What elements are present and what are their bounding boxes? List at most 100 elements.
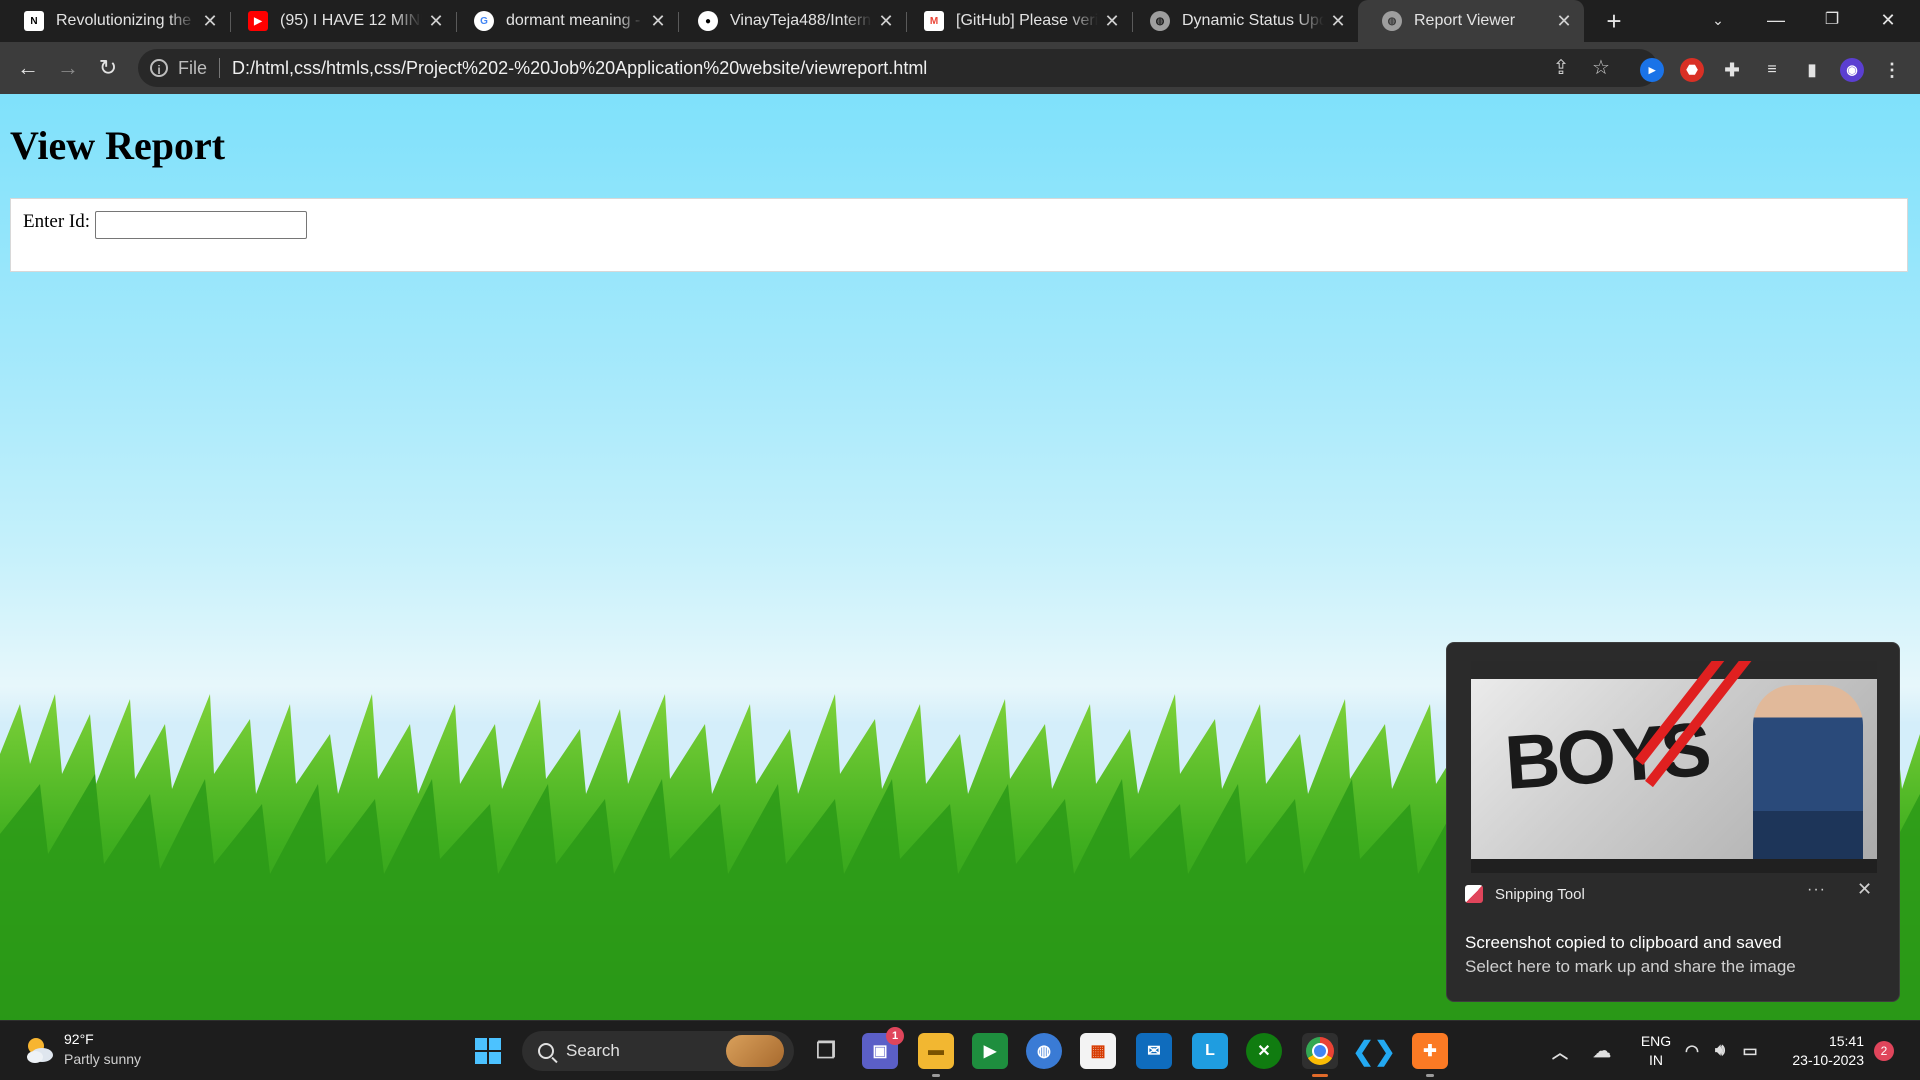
- extension-shield-icon[interactable]: ⬣: [1680, 58, 1704, 82]
- browser-toolbar: ← → ↻ i File D:/html,css/htmls,css/Proje…: [0, 42, 1920, 94]
- id-label: Enter Id:: [23, 211, 91, 232]
- snipping-tool-notification[interactable]: BOYS Snipping Tool ··· ✕ Screenshot copi…: [1446, 642, 1900, 1002]
- vscode-icon[interactable]: ❮❯: [1352, 1033, 1396, 1069]
- reading-list-icon[interactable]: ≡: [1760, 58, 1784, 82]
- chrome-icon[interactable]: [1302, 1033, 1338, 1077]
- screenshot-thumbnail[interactable]: BOYS: [1471, 661, 1877, 873]
- bookmark-star-icon[interactable]: ☆: [1590, 57, 1612, 79]
- id-input[interactable]: [95, 211, 307, 239]
- start-windows-icon[interactable]: [470, 1033, 506, 1069]
- page-title: View Report: [10, 123, 226, 168]
- thumbnail-browser-bar: [1471, 661, 1877, 679]
- github-icon: ●: [698, 11, 718, 31]
- minimize-icon[interactable]: —: [1748, 0, 1804, 42]
- taskbar-search[interactable]: Search: [522, 1031, 794, 1071]
- notification-badge[interactable]: 2: [1874, 1041, 1894, 1061]
- close-icon[interactable]: ✕: [1324, 11, 1352, 32]
- xbox-icon[interactable]: ✕: [1246, 1033, 1282, 1069]
- volume-icon[interactable]: 🔊︎: [1708, 1033, 1732, 1069]
- new-tab-icon[interactable]: +: [1598, 6, 1630, 38]
- tab-search-icon[interactable]: ⌄: [1690, 0, 1746, 42]
- close-icon[interactable]: ✕: [196, 11, 224, 32]
- thumbnail-title-text: BOYS: [1502, 707, 1712, 806]
- address-bar[interactable]: i File D:/html,css/htmls,css/Project%202…: [138, 49, 1658, 87]
- forward-icon[interactable]: →: [52, 52, 84, 84]
- search-label: Search: [566, 1041, 620, 1060]
- thumbnail-figure: [1753, 685, 1863, 865]
- tab-github[interactable]: ● VinayTeja488/Internet ✕: [674, 0, 906, 42]
- windows-taskbar: 92°F Partly sunny Search ❐ ▣ 1 ▬ ▶ ◍ ▦ ✉…: [0, 1020, 1920, 1080]
- tab-youtube[interactable]: ▶ (95) I HAVE 12 MINUTES ✕: [224, 0, 456, 42]
- tab-title: Revolutionizing the Job: [56, 12, 196, 29]
- show-hidden-icons-chevron[interactable]: ︿: [1542, 1033, 1578, 1069]
- thumbnail-taskbar: [1471, 859, 1877, 873]
- restore-icon[interactable]: ❐: [1804, 0, 1860, 42]
- youtube-icon: ▶: [248, 11, 268, 31]
- xampp-icon[interactable]: ✚: [1412, 1033, 1448, 1077]
- share-icon[interactable]: ⇪: [1550, 57, 1572, 79]
- back-icon[interactable]: ←: [12, 52, 44, 84]
- clock-time: 15:41: [1828, 1033, 1864, 1049]
- globe-app-icon[interactable]: ◍: [1026, 1033, 1062, 1069]
- tab-gmail[interactable]: M [GitHub] Please verify ✕: [900, 0, 1132, 42]
- globe-icon: ◍: [1150, 11, 1170, 31]
- mail-icon[interactable]: ✉: [1136, 1033, 1172, 1069]
- url-text[interactable]: D:/html,css/htmls,css/Project%202-%20Job…: [232, 58, 927, 79]
- input-language[interactable]: ENG IN: [1636, 1032, 1676, 1070]
- language-region: IN: [1649, 1052, 1663, 1068]
- reload-icon[interactable]: ↻: [92, 52, 124, 84]
- battery-icon[interactable]: ▭: [1738, 1033, 1762, 1069]
- tab-google[interactable]: G dormant meaning - Google ✕: [450, 0, 678, 42]
- weather-temperature[interactable]: 92°F: [64, 1031, 94, 1047]
- search-highlight-image: [726, 1035, 784, 1067]
- side-panel-icon[interactable]: ▮: [1800, 58, 1824, 82]
- snipping-tool-icon: [1465, 885, 1483, 903]
- more-options-icon[interactable]: ···: [1807, 881, 1826, 899]
- extension-video-icon[interactable]: ▸: [1640, 58, 1664, 82]
- profile-avatar[interactable]: ◉: [1840, 58, 1864, 82]
- file-explorer-icon[interactable]: ▬: [918, 1033, 954, 1077]
- clock-date: 23-10-2023: [1792, 1052, 1864, 1068]
- tab-title: Dynamic Status Update: [1182, 12, 1324, 29]
- microsoft-store-icon[interactable]: ▦: [1080, 1033, 1116, 1069]
- close-icon[interactable]: ✕: [872, 11, 900, 32]
- toast-app-header: Snipping Tool: [1465, 885, 1585, 903]
- teams-chat-icon[interactable]: ▣ 1: [862, 1027, 904, 1069]
- partly-sunny-icon[interactable]: [22, 1033, 56, 1067]
- tab-news[interactable]: N Revolutionizing the Job ✕: [0, 0, 230, 42]
- info-icon[interactable]: i: [150, 59, 168, 77]
- tab-report-viewer[interactable]: ◍ Report Viewer ✕: [1358, 0, 1584, 42]
- system-clock[interactable]: 15:41 23-10-2023: [1784, 1032, 1864, 1070]
- wifi-icon[interactable]: ◠: [1680, 1033, 1704, 1069]
- language-code: ENG: [1640, 1033, 1672, 1049]
- tab-strip: N Revolutionizing the Job ✕ ▶ (95) I HAV…: [0, 0, 1920, 42]
- close-icon[interactable]: ✕: [422, 11, 450, 32]
- weather-condition[interactable]: Partly sunny: [64, 1051, 141, 1067]
- menu-kebab-icon[interactable]: ⋮: [1880, 58, 1904, 82]
- globe-icon: ◍: [1382, 11, 1402, 31]
- extensions-puzzle-icon[interactable]: ✚: [1720, 58, 1744, 82]
- google-meet-icon[interactable]: ▶: [972, 1033, 1008, 1069]
- search-icon: [538, 1043, 554, 1059]
- gmail-icon: M: [924, 11, 944, 31]
- tab-dynamic-status[interactable]: ◍ Dynamic Status Update ✕: [1126, 0, 1358, 42]
- tab-title: dormant meaning - Google: [506, 12, 644, 29]
- teams-badge: 1: [886, 1027, 904, 1045]
- task-view-icon[interactable]: ❐: [808, 1033, 844, 1069]
- toast-app-name: Snipping Tool: [1495, 885, 1585, 903]
- close-icon[interactable]: ✕: [1098, 11, 1126, 32]
- onedrive-cloud-icon[interactable]: ☁: [1584, 1033, 1620, 1069]
- close-icon[interactable]: ✕: [644, 11, 672, 32]
- close-icon[interactable]: ✕: [1857, 879, 1872, 900]
- toast-message: Screenshot copied to clipboard and saved: [1465, 933, 1782, 952]
- news-icon: N: [24, 11, 44, 31]
- close-window-icon[interactable]: ✕: [1860, 0, 1916, 42]
- report-form: Enter Id:: [10, 198, 1908, 272]
- tab-title: VinayTeja488/Internet: [730, 12, 872, 29]
- tab-title: [GitHub] Please verify: [956, 12, 1098, 29]
- google-icon: G: [474, 11, 494, 31]
- close-icon[interactable]: ✕: [1550, 11, 1578, 32]
- windows-logo-icon: [475, 1038, 501, 1064]
- tab-title: (95) I HAVE 12 MINUTES: [280, 12, 422, 29]
- l-app-icon[interactable]: L: [1192, 1033, 1228, 1069]
